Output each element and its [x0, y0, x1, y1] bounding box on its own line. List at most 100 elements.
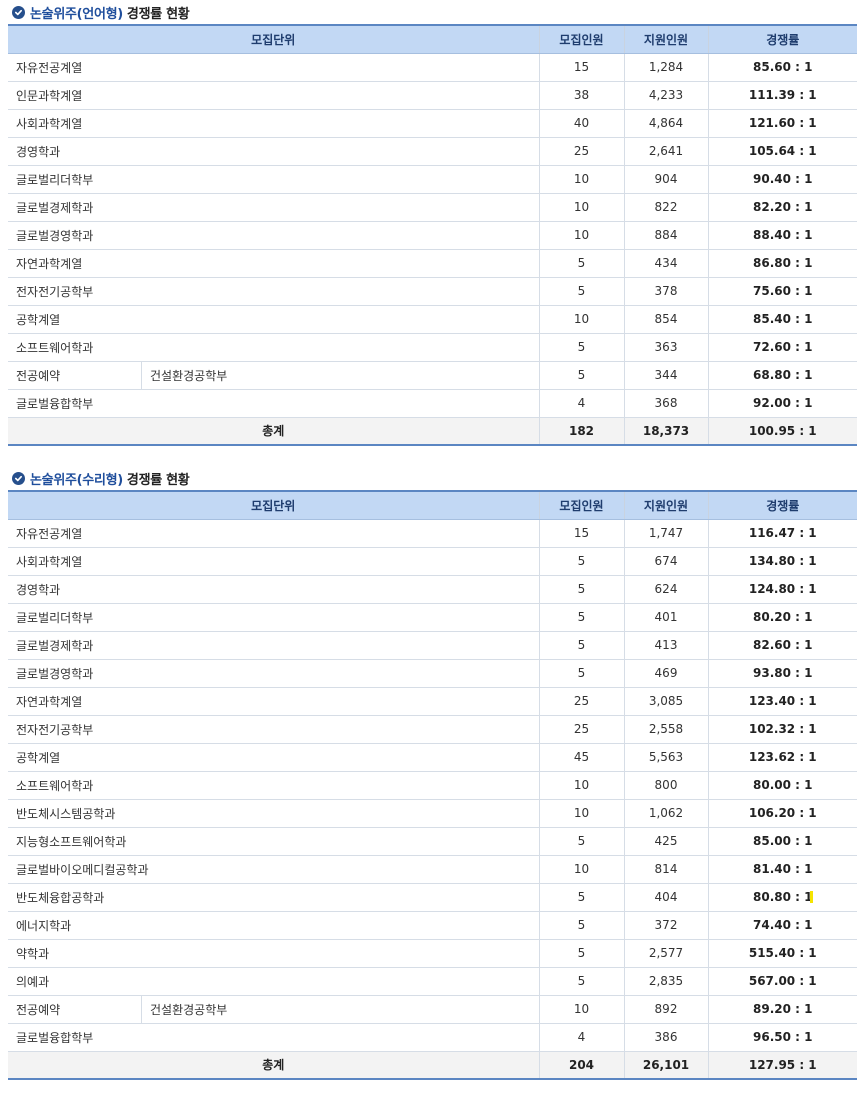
cell-applicants: 401	[623, 603, 708, 632]
cell-applicants: 404	[623, 883, 708, 912]
table-row: 글로벌바이오메디컬공학과 10 814 81.40 : 1	[8, 855, 857, 884]
table-row: 지능형소프트웨어학과 5 425 85.00 : 1	[8, 827, 857, 856]
table-row: 전공예약 건설환경공학부 10 892 89.20 : 1	[8, 995, 857, 1024]
check-circle-icon	[12, 471, 25, 485]
col-header-rate: 경쟁률	[707, 491, 857, 520]
cell-unit: 반도체융합공학과	[8, 883, 539, 912]
table-header-row: 모집단위 모집인원 지원인원 경쟁률	[8, 491, 857, 520]
cell-applicants: 372	[623, 911, 708, 940]
cell-rate: 96.50 : 1	[707, 1023, 857, 1052]
cell-quota: 5	[538, 827, 624, 856]
cell-quota: 5	[538, 911, 624, 940]
cell-rate: 106.20 : 1	[707, 799, 857, 828]
cell-unit: 글로벌경영학과	[8, 659, 539, 688]
cell-unit: 경영학과	[8, 137, 539, 166]
table-row: 인문과학계열 38 4,233 111.39 : 1	[8, 81, 857, 110]
table-row: 전자전기공학부 25 2,558 102.32 : 1	[8, 715, 857, 744]
cell-quota: 10	[538, 799, 624, 828]
cell-applicants: 344	[623, 361, 708, 390]
cell-rate: 111.39 : 1	[707, 81, 857, 110]
cell-unit: 글로벌경제학과	[8, 631, 539, 660]
cell-unit: 글로벌경영학과	[8, 221, 539, 250]
col-header-applicants: 지원인원	[623, 491, 708, 520]
table-row: 전공예약 건설환경공학부 5 344 68.80 : 1	[8, 361, 857, 390]
cell-unit-sub: 건설환경공학부	[150, 1002, 228, 1017]
cell-quota: 4	[538, 389, 624, 418]
cell-quota: 5	[538, 939, 624, 968]
cell-applicants: 822	[623, 193, 708, 222]
cell-unit: 자유전공계열	[8, 53, 539, 82]
cell-rate: 72.60 : 1	[707, 333, 857, 362]
col-header-rate: 경쟁률	[707, 25, 857, 54]
col-header-unit: 모집단위	[8, 25, 539, 54]
cell-quota: 25	[538, 137, 624, 166]
cell-unit: 지능형소프트웨어학과	[8, 827, 539, 856]
cell-rate: 68.80 : 1	[707, 361, 857, 390]
cell-unit: 글로벌리더학부	[8, 603, 539, 632]
table-row: 공학계열 45 5,563 123.62 : 1	[8, 743, 857, 772]
cell-applicants: 2,558	[623, 715, 708, 744]
table-row: 자유전공계열 15 1,747 116.47 : 1	[8, 519, 857, 548]
cell-unit: 자유전공계열	[8, 519, 539, 548]
total-label: 총계	[8, 1051, 539, 1080]
total-rate: 100.95 : 1	[707, 417, 857, 446]
cell-quota: 5	[538, 575, 624, 604]
section-essay-language: 논술위주(언어형) 경쟁률 현황 모집단위 모집인원 지원인원 경쟁률 자유전공…	[8, 0, 857, 446]
table-row: 공학계열 10 854 85.40 : 1	[8, 305, 857, 334]
cell-rate: 80.80 : 1	[707, 883, 857, 912]
cell-rate: 90.40 : 1	[707, 165, 857, 194]
table-row: 소프트웨어학과 5 363 72.60 : 1	[8, 333, 857, 362]
table-row: 글로벌리더학부 10 904 90.40 : 1	[8, 165, 857, 194]
table-row: 글로벌경영학과 5 469 93.80 : 1	[8, 659, 857, 688]
cell-applicants: 800	[623, 771, 708, 800]
table-row: 글로벌경영학과 10 884 88.40 : 1	[8, 221, 857, 250]
cell-unit: 에너지학과	[8, 911, 539, 940]
cell-rate: 123.62 : 1	[707, 743, 857, 772]
cell-rate: 82.20 : 1	[707, 193, 857, 222]
table-row: 자연과학계열 25 3,085 123.40 : 1	[8, 687, 857, 716]
cell-unit: 소프트웨어학과	[8, 771, 539, 800]
total-label: 총계	[8, 417, 539, 446]
cell-applicants: 892	[623, 995, 708, 1024]
cell-quota: 45	[538, 743, 624, 772]
cell-quota: 25	[538, 687, 624, 716]
table-row: 사회과학계열 40 4,864 121.60 : 1	[8, 109, 857, 138]
cell-quota: 4	[538, 1023, 624, 1052]
cell-applicants: 2,577	[623, 939, 708, 968]
cell-applicants: 624	[623, 575, 708, 604]
cell-rate: 123.40 : 1	[707, 687, 857, 716]
cell-quota: 15	[538, 53, 624, 82]
cell-rate: 85.40 : 1	[707, 305, 857, 334]
cell-rate: 93.80 : 1	[707, 659, 857, 688]
cell-quota: 5	[538, 967, 624, 996]
cell-quota: 10	[538, 771, 624, 800]
section-title-text: 경쟁률 현황	[126, 6, 190, 22]
cell-applicants: 2,835	[623, 967, 708, 996]
section-title: 논술위주(언어형) 경쟁률 현황	[8, 0, 857, 24]
cell-rate: 124.80 : 1	[707, 575, 857, 604]
cell-unit: 글로벌경제학과	[8, 193, 539, 222]
cell-applicants: 386	[623, 1023, 708, 1052]
cell-rate: 80.20 : 1	[707, 603, 857, 632]
cell-rate: 134.80 : 1	[707, 547, 857, 576]
cell-applicants: 434	[623, 249, 708, 278]
cell-unit: 전공예약 건설환경공학부	[8, 995, 539, 1024]
cell-quota: 10	[538, 995, 624, 1024]
table-row: 사회과학계열 5 674 134.80 : 1	[8, 547, 857, 576]
cell-unit: 반도체시스템공학과	[8, 799, 539, 828]
cell-unit: 글로벌융합학부	[8, 1023, 539, 1052]
cell-rate: 102.32 : 1	[707, 715, 857, 744]
section-title-text: 경쟁률 현황	[126, 472, 190, 488]
section-title-highlight: 논술위주(언어형)	[30, 6, 123, 22]
total-rate: 127.95 : 1	[707, 1051, 857, 1080]
cell-rate: 81.40 : 1	[707, 855, 857, 884]
cell-unit: 글로벌바이오메디컬공학과	[8, 855, 539, 884]
table-row: 글로벌융합학부 4 368 92.00 : 1	[8, 389, 857, 418]
total-quota: 204	[538, 1051, 624, 1080]
unit-split: 전공예약 건설환경공학부	[16, 361, 539, 389]
cell-quota: 5	[538, 249, 624, 278]
cell-quota: 5	[538, 603, 624, 632]
cell-unit: 자연과학계열	[8, 249, 539, 278]
cell-quota: 10	[538, 855, 624, 884]
cell-quota: 10	[538, 165, 624, 194]
